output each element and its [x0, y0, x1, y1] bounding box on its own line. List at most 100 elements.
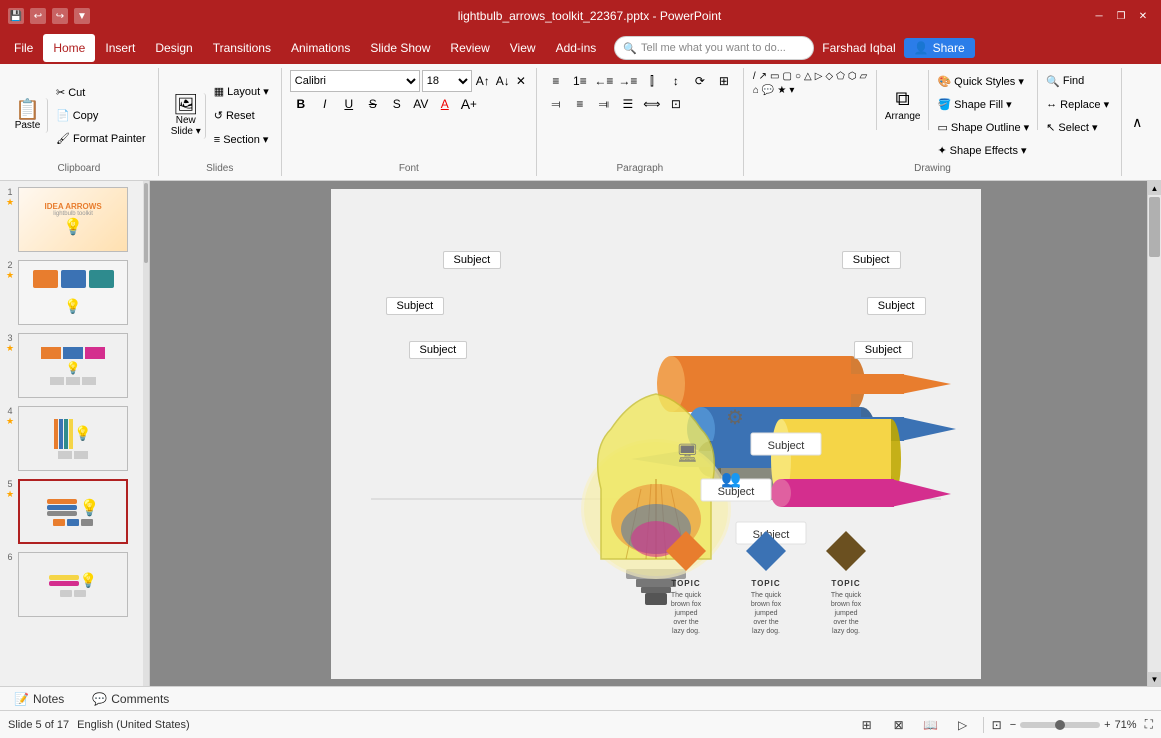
slide-thumb-6[interactable]: 6 ★ 💡 — [4, 550, 145, 619]
align-right-button[interactable]: ⫥ — [593, 93, 615, 115]
more-shapes[interactable]: ▾ — [788, 84, 795, 97]
clear-format-btn[interactable]: ✕ — [514, 74, 528, 88]
slide-thumb-5[interactable]: 5 ★ 💡 — [4, 477, 145, 546]
numbering-button[interactable]: 1≡ — [569, 70, 591, 92]
menu-animations[interactable]: Animations — [281, 34, 360, 62]
slide-thumb-1[interactable]: 1 ★ IDEA ARROWS lightbulb toolkit 💡 — [4, 185, 145, 254]
menu-file[interactable]: File — [4, 34, 43, 62]
bullets-button[interactable]: ≡ — [545, 70, 567, 92]
section-button[interactable]: ≡ Section ▾ — [210, 129, 273, 151]
arrow-shape[interactable]: ↗ — [758, 70, 768, 83]
normal-view-button[interactable]: ⊞ — [855, 714, 879, 736]
find-button[interactable]: 🔍 Find — [1042, 70, 1113, 92]
restore-button[interactable]: ❐ — [1111, 6, 1131, 26]
strikethrough-button[interactable]: S — [362, 93, 384, 115]
slide-image-2[interactable]: 💡 — [18, 260, 128, 325]
zoom-track[interactable] — [1020, 722, 1100, 728]
scroll-thumb[interactable] — [1149, 197, 1160, 257]
slide-image-3[interactable]: 💡 — [18, 333, 128, 398]
copy-button[interactable]: 📄 Copy — [52, 105, 150, 127]
zoom-thumb[interactable] — [1055, 720, 1065, 730]
shape-effects-button[interactable]: ✦ Shape Effects ▾ — [933, 139, 1033, 161]
canvas-area[interactable]: Subject Subject Subject Subject Subject … — [150, 181, 1161, 686]
slide-thumb-4[interactable]: 4 ★ 💡 — [4, 404, 145, 473]
ribbon-collapse-button[interactable]: ∧ — [1126, 112, 1148, 133]
undo-icon[interactable]: ↩ — [30, 8, 46, 24]
bold-button[interactable]: B — [290, 93, 312, 115]
diamond-shape[interactable]: ◇ — [824, 70, 834, 83]
select-button[interactable]: ↖ Select ▾ — [1042, 116, 1113, 138]
reset-button[interactable]: ↺ Reset — [210, 105, 273, 127]
shadow-button[interactable]: S — [386, 93, 408, 115]
convert-smartart-button[interactable]: ⊡ — [665, 93, 687, 115]
rect-shape[interactable]: ▭ — [769, 70, 780, 83]
slide-image-5[interactable]: 💡 — [18, 479, 128, 544]
menu-view[interactable]: View — [500, 34, 546, 62]
paste-button[interactable]: 📋 Paste — [8, 98, 48, 133]
menu-addins[interactable]: Add-ins — [546, 34, 607, 62]
slide-sorter-button[interactable]: ⊠ — [887, 714, 911, 736]
menu-home[interactable]: Home — [43, 34, 95, 62]
decrease-indent-button[interactable]: ←≡ — [593, 70, 615, 92]
oval-shape[interactable]: ○ — [794, 70, 802, 83]
minimize-button[interactable]: ─ — [1089, 6, 1109, 26]
tri-shape[interactable]: △ — [803, 70, 813, 83]
font-name-select[interactable]: Calibri — [290, 70, 420, 92]
decrease-font-btn[interactable]: A↓ — [494, 74, 512, 88]
slide-canvas[interactable]: Subject Subject Subject Subject Subject … — [331, 189, 981, 679]
align-text-button[interactable]: ⟺ — [641, 93, 663, 115]
increase-font-btn[interactable]: A↑ — [474, 74, 492, 88]
hex-shape[interactable]: ⬡ — [847, 70, 858, 83]
format-painter-button[interactable]: 🖌 Format Painter — [52, 128, 150, 150]
close-button[interactable]: ✕ — [1133, 6, 1153, 26]
menu-slideshow[interactable]: Slide Show — [360, 34, 440, 62]
slide-thumb-3[interactable]: 3 ★ 💡 — [4, 331, 145, 400]
customize-icon[interactable]: ▼ — [74, 8, 90, 24]
justify-button[interactable]: ☰ — [617, 93, 639, 115]
italic-button[interactable]: I — [314, 93, 336, 115]
round-rect-shape[interactable]: ▢ — [782, 70, 793, 83]
scroll-down-button[interactable]: ▼ — [1148, 672, 1161, 686]
menu-review[interactable]: Review — [440, 34, 499, 62]
tell-me-box[interactable]: 🔍 Tell me what you want to do... — [614, 36, 814, 60]
underline-button[interactable]: U — [338, 93, 360, 115]
shape-outline-button[interactable]: ▭ Shape Outline ▾ — [933, 116, 1033, 138]
font-size-inc-btn[interactable]: A+ — [458, 93, 480, 115]
text-direction-button[interactable]: ⟳ — [689, 70, 711, 92]
slide-thumb-2[interactable]: 2 ★ 💡 — [4, 258, 145, 327]
layout-button[interactable]: ▦ Layout ▾ — [210, 81, 273, 103]
rtri-shape[interactable]: ▷ — [814, 70, 824, 83]
menu-insert[interactable]: Insert — [95, 34, 145, 62]
zoom-in-button[interactable]: + — [1104, 719, 1110, 731]
canvas-scrollbar[interactable]: ▲ ▼ — [1147, 181, 1161, 686]
scroll-up-button[interactable]: ▲ — [1148, 181, 1161, 195]
pent-shape[interactable]: ⬠ — [835, 70, 846, 83]
font-size-select[interactable]: 18 — [422, 70, 472, 92]
redo-icon[interactable]: ↪ — [52, 8, 68, 24]
slide-panel[interactable]: 1 ★ IDEA ARROWS lightbulb toolkit 💡 2 ★ — [0, 181, 150, 686]
line-shape[interactable]: / — [752, 70, 757, 83]
reading-view-button[interactable]: 📖 — [919, 714, 943, 736]
notes-button[interactable]: 📝 Notes — [8, 690, 70, 708]
arrange-button[interactable]: ⧉ Arrange — [881, 86, 925, 124]
replace-button[interactable]: ↔ Replace ▾ — [1042, 93, 1113, 115]
comments-button[interactable]: 💬 Comments — [86, 690, 175, 708]
align-center-button[interactable]: ≡ — [569, 93, 591, 115]
slide-image-1[interactable]: IDEA ARROWS lightbulb toolkit 💡 — [18, 187, 128, 252]
save-icon[interactable]: 💾 — [8, 8, 24, 24]
new-slide-button[interactable]: 🖼 New Slide ▾ — [167, 93, 206, 139]
menu-transitions[interactable]: Transitions — [203, 34, 281, 62]
trap-shape[interactable]: ⌂ — [752, 84, 760, 97]
font-color-button[interactable]: A — [434, 93, 456, 115]
smart-art-button[interactable]: ⊞ — [713, 70, 735, 92]
columns-button[interactable]: ⫿ — [641, 70, 663, 92]
slideshow-button[interactable]: ▷ — [951, 714, 975, 736]
line-spacing-button[interactable]: ↕ — [665, 70, 687, 92]
align-left-button[interactable]: ⫤ — [545, 93, 567, 115]
share-button[interactable]: 👤 Share — [904, 38, 975, 58]
slide-image-6[interactable]: 💡 — [18, 552, 128, 617]
slide-image-4[interactable]: 💡 — [18, 406, 128, 471]
menu-design[interactable]: Design — [145, 34, 202, 62]
star-shape[interactable]: ★ — [776, 84, 787, 97]
fit-slide-button[interactable]: ⊡ — [992, 718, 1002, 732]
